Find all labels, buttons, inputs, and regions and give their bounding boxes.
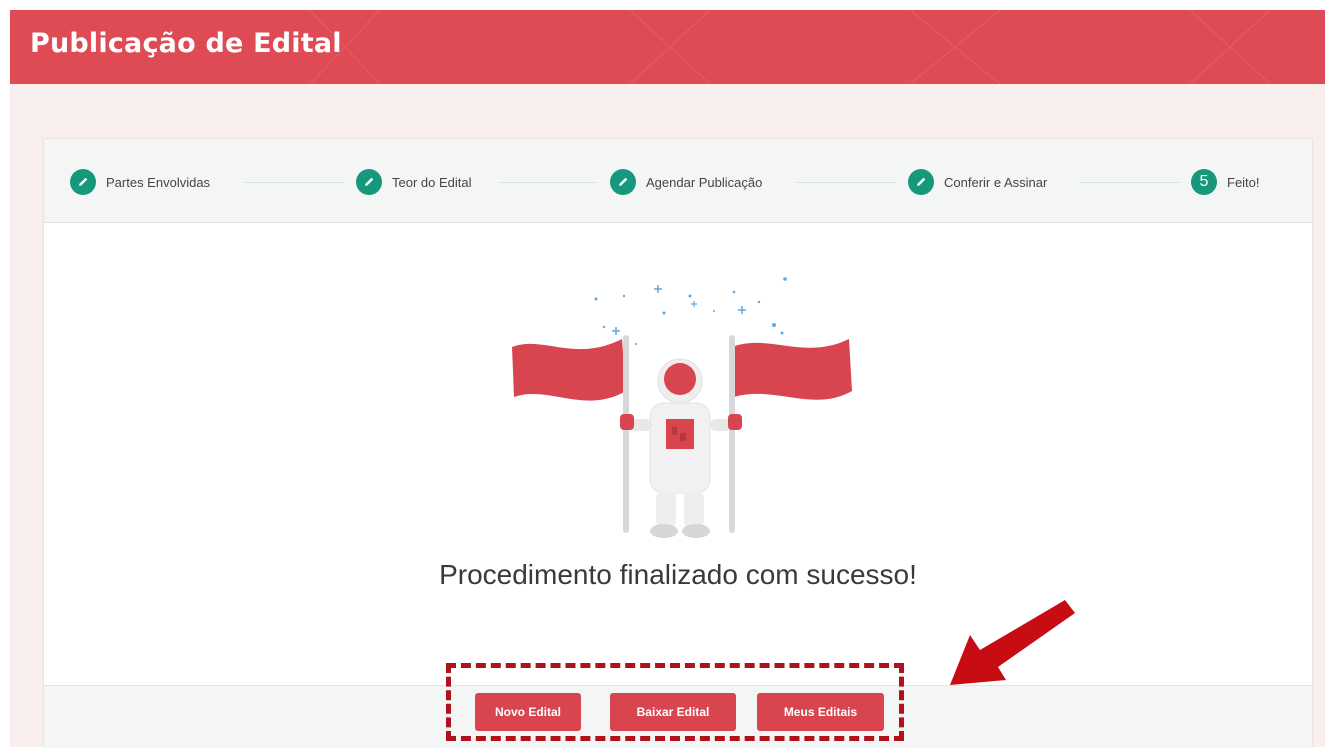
- astronaut-flags-illustration: [512, 277, 852, 538]
- wizard-card: Partes Envolvidas Teor do Edital Agendar…: [44, 139, 1312, 748]
- step-partes-envolvidas[interactable]: Partes Envolvidas: [70, 168, 210, 196]
- left-flag-pole: [623, 335, 629, 533]
- step-label: Agendar Publicação: [646, 174, 763, 190]
- right-flag: [732, 339, 852, 400]
- page-title: Publicação de Edital: [30, 28, 342, 59]
- annotation-arrow-icon: [950, 600, 1075, 685]
- right-boot: [682, 524, 710, 538]
- left-flag: [512, 339, 626, 401]
- step-connector: [499, 182, 597, 183]
- step-connector: [796, 182, 896, 183]
- pencil-icon: [610, 169, 636, 195]
- step-number: 5: [1191, 169, 1217, 195]
- page-header: Publicação de Edital: [10, 10, 1325, 84]
- right-glove: [728, 414, 742, 430]
- step-agendar-publicacao[interactable]: Agendar Publicação: [610, 168, 762, 196]
- step-label: Partes Envolvidas: [106, 174, 211, 190]
- right-flag-pole: [729, 335, 735, 533]
- step-conferir-e-assinar[interactable]: Conferir e Assinar: [908, 168, 1047, 196]
- highlight-dashed-box: [446, 663, 904, 741]
- step-feito[interactable]: 5 Feito!: [1191, 168, 1260, 196]
- step-connector: [244, 182, 344, 183]
- step-label: Teor do Edital: [392, 174, 472, 190]
- astronaut-visor: [664, 363, 696, 395]
- pencil-icon: [356, 169, 382, 195]
- left-boot: [650, 524, 678, 538]
- step-connector: [1080, 182, 1180, 183]
- step-teor-do-edital[interactable]: Teor do Edital: [356, 168, 472, 196]
- stars: [594, 277, 787, 345]
- success-message: Procedimento finalizado com sucesso!: [439, 559, 917, 590]
- step-label: Conferir e Assinar: [944, 174, 1048, 190]
- pencil-icon: [70, 169, 96, 195]
- step-label: Feito!: [1227, 174, 1260, 190]
- wizard-stepper: Partes Envolvidas Teor do Edital Agendar…: [44, 139, 1312, 223]
- pencil-icon: [908, 169, 934, 195]
- left-glove: [620, 414, 634, 430]
